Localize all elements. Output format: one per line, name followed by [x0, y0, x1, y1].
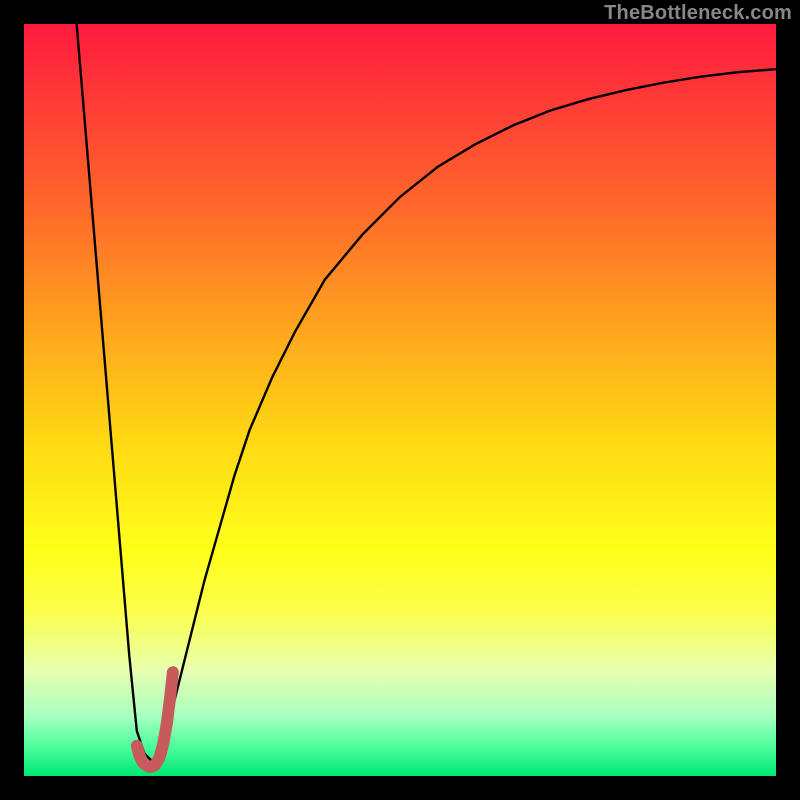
plot-area [24, 24, 776, 776]
outer-frame: TheBottleneck.com [0, 0, 800, 800]
background-gradient [24, 24, 776, 776]
watermark-text: TheBottleneck.com [604, 2, 792, 25]
